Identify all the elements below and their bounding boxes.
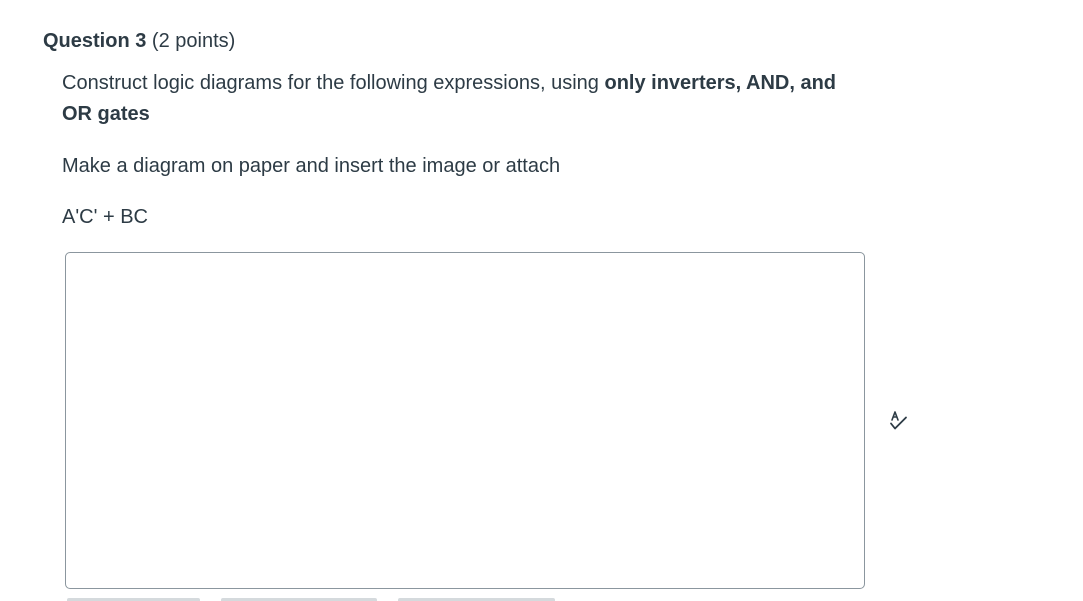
- question-body: Construct logic diagrams for the followi…: [62, 68, 862, 233]
- question-instructions: Make a diagram on paper and insert the i…: [62, 155, 561, 177]
- question-points: (2 points): [151, 30, 236, 52]
- question-prompt: Construct logic diagrams for the followi…: [62, 68, 862, 130]
- logic-expression: A'C' + BC: [62, 206, 148, 228]
- question-title: Question 3: [43, 30, 147, 52]
- answer-text-area[interactable]: [65, 252, 865, 589]
- question-header: Question 3 (2 points): [43, 28, 235, 54]
- spellcheck-icon[interactable]: [887, 409, 911, 433]
- prompt-text: Construct logic diagrams for the followi…: [62, 72, 605, 94]
